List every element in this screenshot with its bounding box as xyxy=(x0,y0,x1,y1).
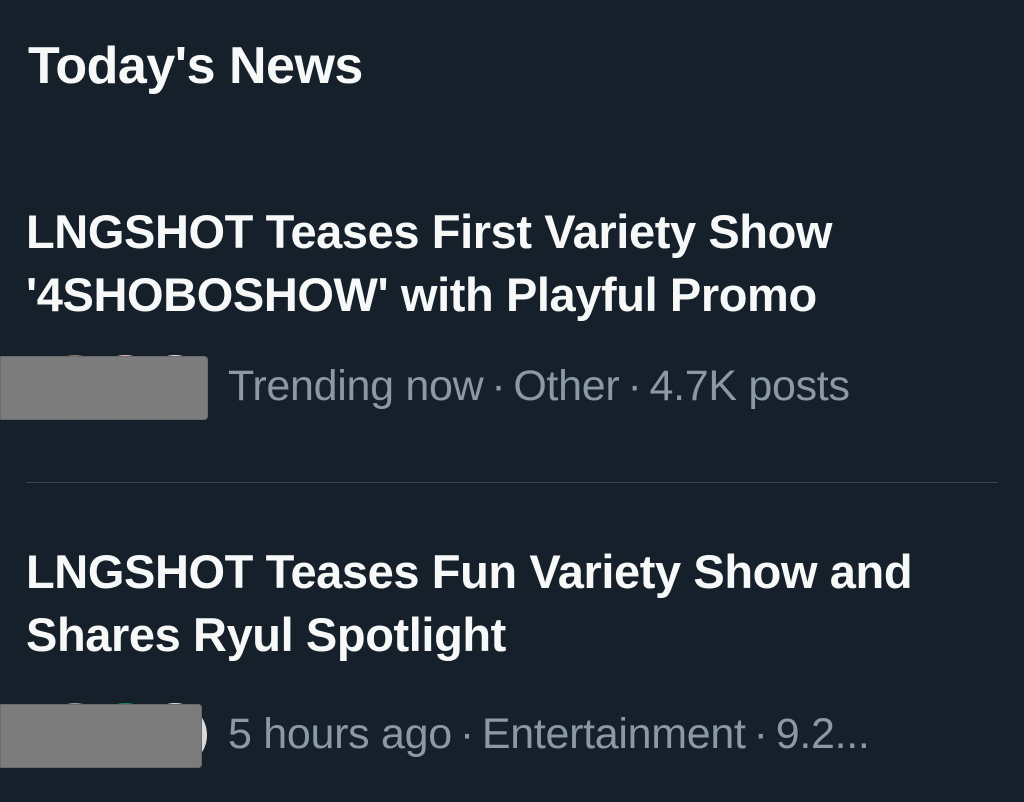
section-title: Today's News xyxy=(28,37,363,95)
redaction-box xyxy=(0,704,202,768)
avatar-group xyxy=(0,352,210,422)
news-category: Other xyxy=(513,362,620,410)
news-meta: Trending now · Other · 4.7K posts xyxy=(0,352,1000,422)
meta-separator: · xyxy=(491,362,506,410)
avatar-group xyxy=(0,700,210,770)
news-time: 5 hours ago xyxy=(228,710,452,758)
redaction-box xyxy=(0,356,208,420)
news-meta: 5 hours ago · Entertainment · 9.2... xyxy=(0,700,1000,770)
news-time: Trending now xyxy=(228,362,484,410)
meta-separator: · xyxy=(753,710,768,758)
news-post-count: 4.7K posts xyxy=(649,362,850,410)
news-category: Entertainment xyxy=(481,710,746,758)
news-meta-text: Trending now · Other · 4.7K posts xyxy=(228,362,850,411)
news-meta-text: 5 hours ago · Entertainment · 9.2... xyxy=(228,710,870,759)
meta-separator: · xyxy=(627,362,642,410)
news-item[interactable]: LNGSHOT Teases First Variety Show '4SHOB… xyxy=(0,200,1024,482)
meta-separator: · xyxy=(459,710,474,758)
news-headline[interactable]: LNGSHOT Teases Fun Variety Show and Shar… xyxy=(26,540,986,666)
news-post-count: 9.2... xyxy=(775,710,870,758)
divider xyxy=(26,482,998,483)
news-headline[interactable]: LNGSHOT Teases First Variety Show '4SHOB… xyxy=(26,200,986,326)
news-item[interactable]: LNGSHOT Teases Fun Variety Show and Shar… xyxy=(0,540,1024,802)
